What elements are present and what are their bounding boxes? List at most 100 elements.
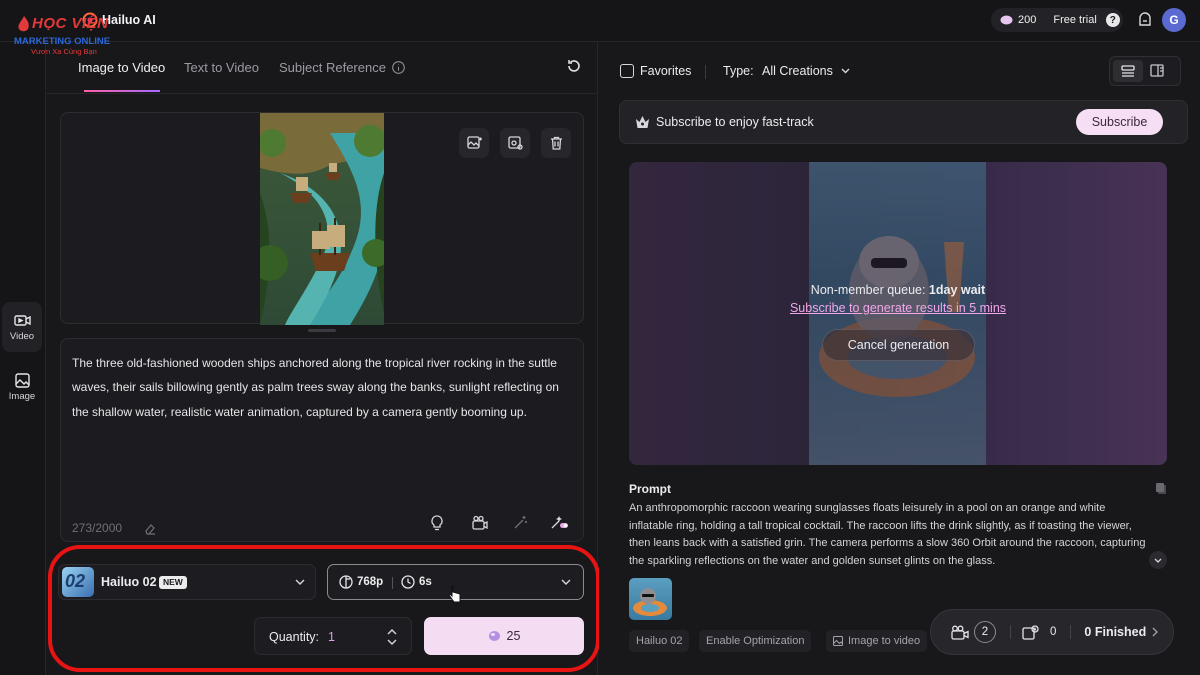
credits-pill[interactable]: 200 Free trial ?	[991, 8, 1123, 32]
tab-text-to-video[interactable]: Text to Video	[184, 60, 259, 75]
processing-count: 2	[974, 621, 996, 643]
type-dropdown[interactable]: All Creations	[762, 64, 833, 78]
finished-count: 0 Finished	[1084, 625, 1147, 639]
avatar[interactable]: G	[1162, 8, 1186, 32]
watermark-line1: HỌC VIỆN	[32, 15, 109, 32]
tab-image-to-video[interactable]: Image to Video	[78, 60, 165, 75]
creations-panel: Favorites Type: All Creations Subscribe …	[599, 42, 1200, 675]
tab-subject-reference[interactable]: Subject Reference	[279, 60, 386, 75]
stepper-arrows-icon[interactable]	[387, 628, 397, 646]
type-label: Type:	[723, 64, 754, 78]
resolution-value: 768p	[357, 576, 384, 588]
watermark-line2: MARKETING ONLINE	[14, 36, 111, 47]
divider	[392, 577, 393, 589]
processing-icon	[951, 625, 969, 640]
delete-image-button[interactable]	[541, 128, 571, 158]
subscribe-button[interactable]: Subscribe	[1076, 109, 1163, 135]
rail-item-label: Image	[8, 390, 36, 402]
clear-text-icon[interactable]	[144, 523, 156, 535]
video-icon	[13, 313, 31, 328]
image-icon	[14, 372, 30, 388]
queue-text: Non-member queue:	[810, 283, 929, 297]
left-rail: Video Image	[0, 42, 46, 675]
queue-status: Non-member queue: 1day wait	[629, 283, 1167, 297]
rail-item-video[interactable]: Video	[2, 302, 42, 352]
rail-item-label: Video	[9, 330, 35, 342]
image-upload-box[interactable]	[60, 112, 584, 325]
video-generation-card[interactable]: Non-member queue: 1day wait Subscribe to…	[629, 162, 1167, 465]
credits-icon	[1000, 15, 1013, 25]
image-edit-icon	[466, 136, 482, 150]
tag-model: Hailuo 02	[629, 630, 690, 652]
watermark-flame-icon	[16, 15, 32, 33]
ai-optimize-icon[interactable]	[551, 515, 569, 530]
new-badge: NEW	[159, 576, 187, 589]
camera-movement-icon[interactable]	[472, 515, 488, 531]
tab-underline	[84, 90, 160, 92]
model-thumb-text: 02	[65, 571, 86, 591]
generate-cost: 25	[506, 629, 521, 643]
image-icon	[833, 636, 843, 646]
replace-image-button[interactable]	[459, 128, 489, 158]
tag-optimization: Enable Optimization	[699, 630, 812, 652]
watermark-line3: Vươn Xa Cùng Bạn	[31, 47, 97, 56]
crown-shop-icon	[635, 115, 650, 129]
resize-handle[interactable]	[308, 329, 336, 332]
prompt-text: The three old-fashioned wooden ships anc…	[72, 356, 559, 419]
lightbulb-icon[interactable]	[430, 515, 444, 531]
quantity-value: 1	[328, 630, 335, 644]
watermark-logo: HỌC VIỆN MARKETING ONLINE Vươn Xa Cùng B…	[14, 12, 118, 58]
char-count: 273/2000	[72, 521, 123, 535]
prompt-heading: Prompt	[629, 482, 671, 496]
queue-wait: 1day wait	[928, 283, 986, 297]
grid-view-icon[interactable]	[1150, 64, 1164, 77]
status-divider	[1070, 625, 1072, 639]
help-icon[interactable]: ?	[1105, 13, 1120, 27]
credits-count: 200	[1018, 14, 1037, 26]
favorites-label[interactable]: Favorites	[640, 64, 691, 78]
reset-icon[interactable]	[566, 58, 582, 74]
rail-item-image[interactable]: Image	[2, 362, 42, 412]
prompt-textarea[interactable]: The three old-fashioned wooden ships anc…	[60, 338, 584, 542]
task-status-pill[interactable]: 2 0 0 Finished	[930, 609, 1174, 655]
uploaded-image	[260, 113, 384, 325]
favorites-checkbox[interactable]	[620, 64, 634, 78]
tag-label: Image to video	[848, 635, 921, 647]
model-name: Hailuo 02	[101, 575, 157, 589]
generate-button[interactable]: 25	[424, 617, 584, 655]
cancel-generation-button[interactable]: Cancel generation	[822, 329, 975, 361]
reference-thumbnail[interactable]	[629, 578, 672, 620]
copy-icon[interactable]	[1155, 482, 1167, 495]
subscribe-text: Subscribe to enjoy fast-track	[656, 115, 814, 129]
status-divider	[1010, 625, 1011, 639]
clock-icon	[401, 575, 415, 589]
queued-icon	[1022, 624, 1039, 640]
chevron-down-icon	[841, 68, 850, 74]
create-panel: Image to Video Text to Video Subject Ref…	[46, 42, 598, 675]
image-gear-icon	[507, 136, 523, 150]
expand-chevron-icon[interactable]	[1149, 551, 1167, 569]
quantity-stepper[interactable]: Quantity: 1	[254, 617, 412, 655]
info-icon[interactable]	[392, 61, 405, 74]
duration-value: 6s	[419, 576, 432, 588]
chevron-right-icon	[1152, 627, 1159, 637]
model-selector[interactable]: 02 Hailuo 02 NEW	[58, 564, 316, 600]
trash-icon	[550, 136, 563, 150]
list-view-icon[interactable]	[1113, 60, 1143, 82]
chevron-down-icon	[561, 579, 571, 586]
resolution-icon	[339, 575, 353, 589]
credit-gem-icon	[488, 630, 501, 642]
chevron-down-icon	[295, 579, 305, 586]
magic-wand-icon[interactable]	[513, 515, 528, 530]
notification-icon[interactable]	[1137, 12, 1153, 28]
view-toggle	[1109, 56, 1181, 86]
top-bar: Hailuo AI 200 Free trial ? G	[0, 0, 1200, 42]
tabs-divider	[46, 93, 598, 94]
tag-image-to-video: Image to video	[826, 630, 928, 652]
image-settings-button[interactable]	[500, 128, 530, 158]
result-prompt-text: An anthropomorphic raccoon wearing sungl…	[629, 502, 1146, 567]
quantity-label: Quantity:	[269, 630, 320, 644]
subscribe-link[interactable]: Subscribe to generate results in 5 mins	[629, 301, 1167, 315]
plan-label: Free trial	[1053, 14, 1097, 26]
subscribe-banner: Subscribe to enjoy fast-track Subscribe	[619, 100, 1188, 144]
